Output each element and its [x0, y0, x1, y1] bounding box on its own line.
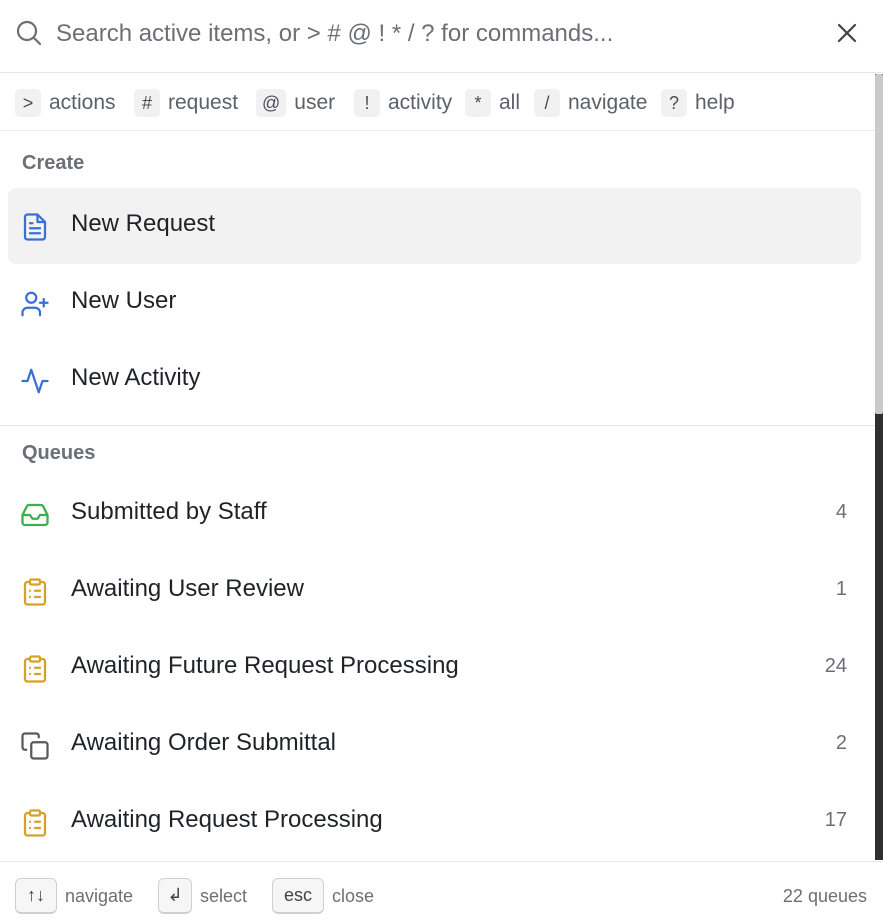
queue-count: 1 — [835, 578, 847, 600]
clipboard-list-icon — [20, 577, 50, 607]
clipboard-list-icon — [20, 808, 50, 838]
chip-label: all — [499, 91, 521, 114]
chip-label: help — [695, 91, 735, 114]
scrollbar-thumb[interactable] — [875, 74, 883, 414]
kbd-navigate: ↑↓ — [15, 878, 57, 914]
create-new-request[interactable]: New Request — [8, 188, 861, 264]
section-divider — [0, 425, 875, 426]
queue-awaiting-user-review[interactable]: Awaiting User Review 1 — [8, 553, 861, 629]
create-new-user[interactable]: New User — [8, 265, 861, 341]
chip-key: ! — [354, 89, 380, 117]
command-palette: > actions # request @ user ! activity * … — [0, 0, 883, 920]
chip-key: > — [15, 89, 41, 117]
hint-close: close — [332, 886, 375, 906]
queue-total-count: 22 queues — [782, 886, 867, 906]
queue-count: 2 — [835, 732, 847, 754]
queue-count: 24 — [824, 655, 847, 677]
chip-label: navigate — [568, 91, 648, 114]
filter-chip-user[interactable]: @ user — [256, 88, 335, 118]
search-bar — [0, 0, 883, 73]
close-button[interactable] — [832, 18, 862, 48]
filter-chip-help[interactable]: ? help — [661, 88, 735, 118]
hint-select: select — [200, 886, 248, 906]
section-title-queues: Queues — [22, 442, 96, 464]
copy-icon — [20, 731, 50, 761]
chip-label: user — [294, 91, 336, 114]
queue-count: 4 — [835, 501, 847, 523]
queue-count: 17 — [824, 809, 847, 831]
chip-key: / — [534, 89, 560, 117]
chip-key: ? — [661, 89, 687, 117]
filter-chips: > actions # request @ user ! activity * … — [0, 74, 875, 131]
filter-chip-all[interactable]: * all — [465, 88, 520, 118]
queue-awaiting-request-processing[interactable]: Awaiting Request Processing 17 — [8, 784, 861, 860]
filter-chip-activity[interactable]: ! activity — [354, 88, 452, 118]
filter-chip-actions[interactable]: > actions — [15, 88, 116, 118]
clipboard-list-icon — [20, 654, 50, 684]
filter-chip-request[interactable]: # request — [134, 88, 238, 118]
queue-awaiting-order-submittal[interactable]: Awaiting Order Submittal 2 — [8, 707, 861, 783]
item-label: New User — [71, 287, 177, 314]
kbd-select: ↲ — [158, 878, 192, 914]
queue-awaiting-future-request-processing[interactable]: Awaiting Future Request Processing 24 — [8, 630, 861, 706]
item-label: Awaiting Order Submittal — [71, 729, 337, 756]
chip-label: activity — [388, 91, 453, 114]
filter-chip-navigate[interactable]: / navigate — [534, 88, 647, 118]
search-icon — [16, 20, 42, 46]
chip-label: actions — [49, 91, 116, 114]
item-label: New Request — [71, 210, 216, 237]
footer: ↑↓ navigate ↲ select esc close 22 queues — [0, 861, 883, 920]
chip-key: @ — [256, 89, 287, 117]
close-icon — [837, 23, 857, 43]
queue-submitted-by-staff[interactable]: Submitted by Staff 4 — [8, 476, 861, 552]
item-label: Awaiting Future Request Processing — [71, 652, 459, 679]
chip-key: # — [134, 89, 160, 117]
item-label: Awaiting User Review — [71, 575, 304, 602]
item-label: Awaiting Request Processing — [71, 806, 383, 833]
chip-key: * — [465, 89, 491, 117]
user-plus-icon — [20, 289, 50, 319]
item-label: Submitted by Staff — [71, 498, 267, 525]
kbd-esc: esc — [272, 878, 324, 914]
search-input[interactable] — [56, 14, 816, 54]
hint-navigate: navigate — [65, 886, 134, 906]
item-label: New Activity — [71, 364, 201, 391]
chip-label: request — [168, 91, 239, 114]
file-text-icon — [20, 212, 50, 242]
activity-icon — [20, 366, 50, 396]
create-new-activity[interactable]: New Activity — [8, 342, 861, 418]
inbox-icon — [20, 500, 50, 530]
section-title-create: Create — [22, 152, 85, 174]
